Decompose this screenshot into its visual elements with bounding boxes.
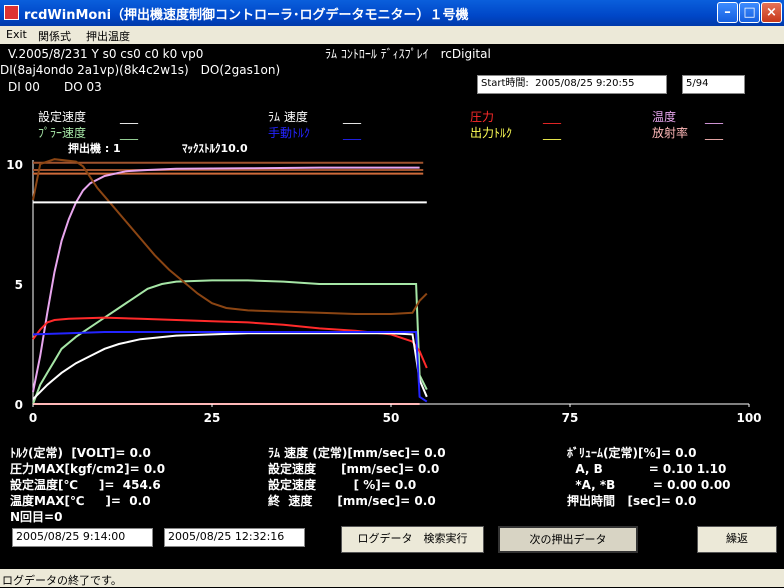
start-time-box: Start時間: 2005/08/25 9:20:55 — [477, 75, 667, 94]
y-tick-label: 5 — [15, 278, 23, 292]
legend-radiation-value: ___ — [705, 126, 723, 140]
legend-temperature-value: ___ — [705, 110, 723, 124]
extruder-label: 押出機 : 1 — [68, 142, 121, 155]
x-tick-label: 100 — [736, 411, 761, 425]
readouts-right-line: ﾎﾞﾘｭｰﾑ(定常)[%]= 0.0 — [567, 446, 697, 460]
readouts-left-line: N回目=0 — [10, 510, 63, 524]
legend-pressure-value: ___ — [543, 110, 561, 124]
extrusion-chart: 0 25 50 75 100 0 5 10 — [6, 158, 761, 425]
readouts-right-line: A, B = 0.10 1.10 — [567, 462, 727, 476]
series-line-4 — [32, 331, 428, 403]
legend-output-torque-label: 出力ﾄﾙｸ — [470, 126, 513, 140]
page-counter: 5/94 — [682, 75, 745, 94]
legend-manual-torque-value: ___ — [343, 126, 361, 140]
di-config-text: DI(8aj4ondo 2a1vp)(8k4c2w1s) DO(2gas1on) — [0, 63, 281, 77]
display-name: ﾗﾑ ｺﾝﾄﾛｰﾙ ﾃﾞｨｽﾌﾟﾚｲ rcDigital — [325, 47, 491, 61]
readouts-middle-line: ﾗﾑ 速度 (定常)[mm/sec]= 0.0 — [268, 446, 446, 460]
search-to-input[interactable]: 2005/08/25 12:32:16 — [164, 528, 305, 547]
di-status: DI 00 — [8, 80, 40, 94]
search-execute-button[interactable]: ログデータ 検索実行 — [341, 526, 484, 553]
repeat-button[interactable]: 繰返 — [697, 526, 777, 553]
readouts-left-line: 圧力MAX[kgf/cm2]= 0.0 — [10, 462, 166, 476]
x-tick-label: 75 — [562, 411, 579, 425]
minimize-button[interactable]: – — [717, 2, 738, 23]
legend-manual-torque-label: 手動ﾄﾙｸ — [268, 126, 311, 140]
readouts-left-line: 設定温度[℃ ]= 454.6 — [10, 478, 161, 492]
legend-pressure-label: 圧力 — [470, 110, 495, 124]
search-from-input[interactable]: 2005/08/25 9:14:00 — [12, 528, 153, 547]
close-button[interactable]: × — [761, 2, 782, 23]
start-time-value: 2005/08/25 9:20:55 — [535, 78, 635, 89]
readouts-middle-line: 終 速度 [mm/sec]= 0.0 — [268, 494, 436, 508]
y-tick-label: 10 — [6, 158, 23, 172]
legend-ram-speed-value: ___ — [343, 110, 361, 124]
status-text: ログデータの終了です。 — [2, 574, 122, 587]
x-tick-label: 0 — [29, 411, 37, 425]
readouts-right-line: *A, *B = 0.00 0.00 — [567, 478, 731, 492]
status-bar: ログデータの終了です。 — [0, 569, 784, 587]
menu-relations[interactable]: 関係式 — [38, 28, 71, 44]
max-torque-label: ﾏｯｸｽﾄﾙｸ10.0 — [182, 142, 248, 155]
x-tick-label: 25 — [204, 411, 221, 425]
legend-radiation-label: 放射率 — [652, 126, 689, 140]
maximize-button[interactable]: □ — [739, 2, 760, 23]
menu-bar: Exit 関係式 押出温度 — [0, 26, 784, 44]
app-icon — [4, 5, 19, 20]
y-tick-label: 0 — [15, 398, 23, 412]
series-line-1 — [32, 279, 428, 405]
legend-puller-speed-value: ___ — [120, 126, 138, 140]
readouts-right-line: 押出時間 [sec]= 0.0 — [567, 494, 697, 508]
do-status: DO 03 — [64, 80, 102, 94]
readouts-middle-line: 設定速度 [ %]= 0.0 — [268, 478, 417, 492]
readouts-left-line: ﾄﾙｸ(定常) [VOLT]= 0.0 — [10, 446, 151, 460]
legend-temperature-label: 温度 — [652, 110, 677, 124]
next-extrusion-button[interactable]: 次の押出データ — [498, 526, 638, 553]
legend-output-torque-value: ___ — [543, 126, 561, 140]
readouts-middle-line: 設定速度 [mm/sec]= 0.0 — [268, 462, 440, 476]
series-line-3 — [32, 332, 428, 400]
title-bar: rcdWinMoni（押出機速度制御コントローラ･ログデータモニター）１号機 –… — [0, 0, 784, 26]
legend-puller-speed-label: ﾌﾟﾗｰ速度 — [38, 126, 87, 140]
legend-ram-speed-label: ﾗﾑ 速度 — [268, 110, 308, 124]
window-title: rcdWinMoni（押出機速度制御コントローラ･ログデータモニター）１号機 — [24, 8, 469, 23]
x-tick-label: 50 — [383, 411, 400, 425]
readouts-left-line: 温度MAX[℃ ]= 0.0 — [10, 494, 151, 508]
menu-exit[interactable]: Exit — [6, 28, 27, 41]
menu-extrusion-temp[interactable]: 押出温度 — [86, 28, 130, 44]
legend-set-speed-label: 設定速度 — [38, 110, 87, 124]
start-time-label: Start時間: — [481, 78, 529, 89]
legend-set-speed-value: ___ — [120, 110, 138, 124]
version-text: V.2005/8/231 Y s0 cs0 c0 k0 vp0 — [8, 47, 204, 61]
